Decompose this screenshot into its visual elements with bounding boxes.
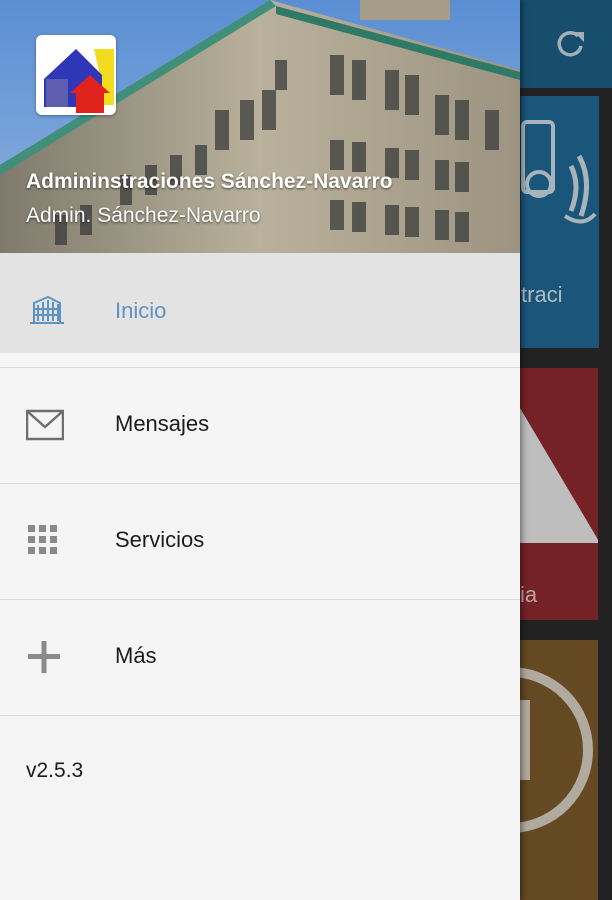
menu-label: Inicio bbox=[115, 298, 167, 323]
menu-item-mensajes[interactable]: Mensajes bbox=[0, 368, 520, 484]
menu-label: Más bbox=[115, 643, 157, 668]
house-logo-icon bbox=[44, 49, 114, 113]
drawer-header: Admininstraciones Sánchez-Navarro Admin.… bbox=[0, 0, 520, 253]
app-subtitle: Admin. Sánchez-Navarro bbox=[26, 204, 261, 227]
app-logo bbox=[36, 35, 116, 115]
menu-item-inicio[interactable]: Inicio bbox=[0, 253, 520, 368]
navigation-drawer: Admininstraciones Sánchez-Navarro Admin.… bbox=[0, 0, 520, 900]
app-name: Admininstraciones Sánchez-Navarro bbox=[26, 170, 393, 193]
plus-icon bbox=[28, 641, 60, 673]
grid-icon bbox=[28, 525, 57, 554]
drawer-menu: Inicio Mensajes Servicios Más bbox=[0, 253, 520, 716]
menu-item-mas[interactable]: Más bbox=[0, 600, 520, 716]
menu-label: Servicios bbox=[115, 527, 205, 552]
building-icon bbox=[30, 295, 64, 324]
app-version: v2.5.3 bbox=[26, 759, 84, 782]
menu-item-servicios[interactable]: Servicios bbox=[0, 484, 520, 600]
envelope-icon bbox=[26, 409, 64, 441]
menu-label: Mensajes bbox=[115, 411, 210, 436]
